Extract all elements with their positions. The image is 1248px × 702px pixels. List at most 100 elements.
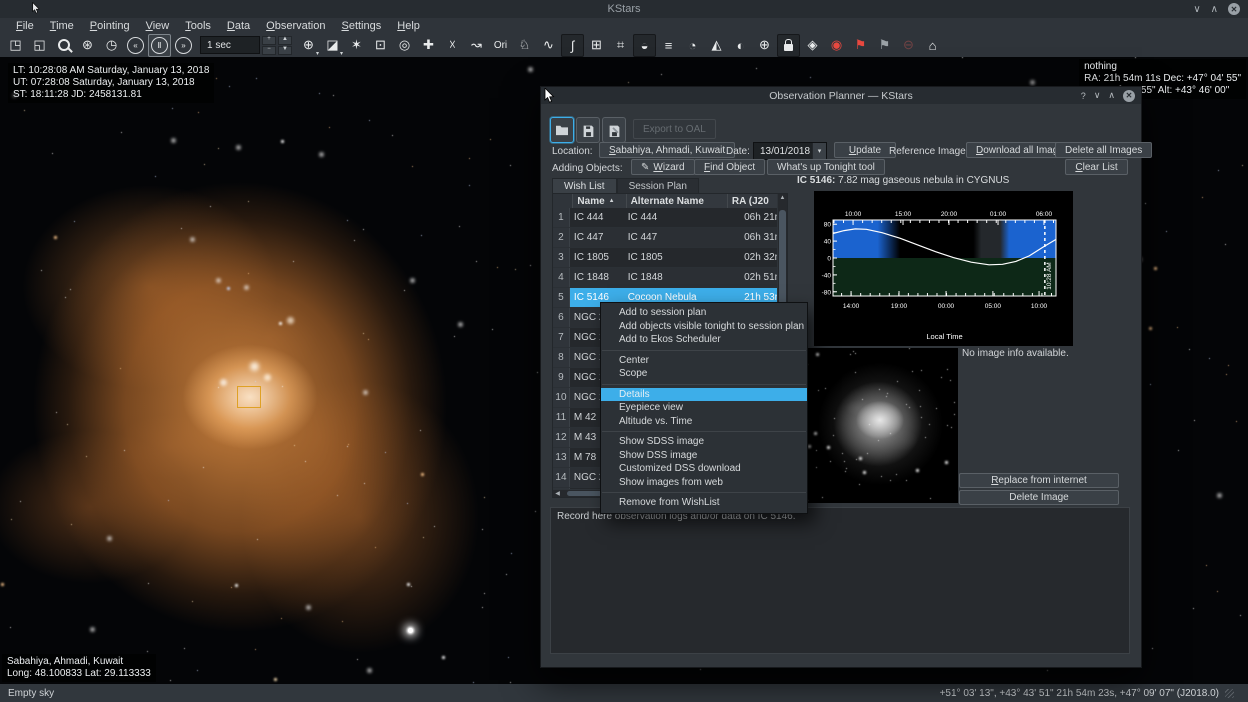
scroll-left-icon[interactable]: ◀ bbox=[553, 490, 562, 497]
show-stars-icon[interactable]: ✶ bbox=[345, 34, 368, 57]
menu-observation[interactable]: Observation bbox=[258, 20, 333, 32]
table-row[interactable]: 1IC 444IC 44406h 21m bbox=[553, 208, 787, 228]
window-titlebar[interactable]: KStars ∨ ∧ ✕ bbox=[0, 0, 1248, 18]
context-menu-item[interactable]: Show SDSS image bbox=[601, 435, 807, 449]
find-object-icon[interactable] bbox=[52, 34, 75, 57]
menu-time[interactable]: Time bbox=[42, 20, 82, 32]
resize-grip[interactable] bbox=[1225, 689, 1234, 698]
sky-calendar-icon[interactable]: ◔ bbox=[681, 34, 704, 57]
telescope-crosshair-icon[interactable]: ⊕ bbox=[753, 34, 776, 57]
light-pollution-icon[interactable]: ◭ bbox=[705, 34, 728, 57]
menu-data[interactable]: Data bbox=[219, 20, 258, 32]
help-icon[interactable]: ? bbox=[1081, 91, 1086, 101]
time-clock-icon[interactable]: ◷ bbox=[100, 34, 123, 57]
maximize-icon[interactable]: ∧ bbox=[1211, 4, 1218, 15]
show-comets-icon[interactable]: ↝ bbox=[465, 34, 488, 57]
constellation-names-icon[interactable]: Ori bbox=[489, 34, 512, 57]
clear-list-button[interactable]: Clear List bbox=[1065, 159, 1128, 175]
minimize-icon[interactable]: ∨ bbox=[1193, 4, 1200, 15]
menu-pointing[interactable]: Pointing bbox=[82, 20, 138, 32]
delete-image-button[interactable]: Delete Image bbox=[959, 490, 1119, 505]
select-region-icon[interactable]: ◱ bbox=[28, 34, 51, 57]
constellation-lines-icon[interactable]: ∿ bbox=[537, 34, 560, 57]
moon-phase-icon[interactable]: ◐ bbox=[729, 34, 752, 57]
cocoon-nebula-image bbox=[0, 87, 540, 684]
whats-interesting-icon[interactable]: ≡ bbox=[657, 34, 680, 57]
dialog-titlebar[interactable]: Observation Planner — KStars ? ∨ ∧ ✕ bbox=[541, 87, 1141, 104]
show-satellites-icon[interactable]: ☓ bbox=[441, 34, 464, 57]
equatorial-grid-icon[interactable]: ⊞ bbox=[585, 34, 608, 57]
eraser-icon[interactable]: ◈ bbox=[801, 34, 824, 57]
horizontal-grid-icon[interactable]: ⌗ bbox=[609, 34, 632, 57]
menu-settings[interactable]: Settings bbox=[333, 20, 389, 32]
record-dot-icon[interactable]: ◉ bbox=[825, 34, 848, 57]
menu-file[interactable]: File bbox=[8, 20, 42, 32]
context-menu-item[interactable]: Add to session plan bbox=[601, 306, 807, 320]
col-alternate-name[interactable]: Alternate Name bbox=[627, 194, 728, 208]
context-menu-item[interactable]: Eyepiece view bbox=[601, 401, 807, 415]
dialog-close-icon[interactable]: ✕ bbox=[1123, 90, 1135, 102]
save-list-button[interactable] bbox=[576, 117, 600, 143]
timestep-spinbox[interactable]: 1 sec+−▲▼ bbox=[200, 36, 292, 55]
time-pause-icon[interactable]: Ⅱ bbox=[148, 34, 171, 57]
red-flag-icon[interactable]: ⚑ bbox=[849, 34, 872, 57]
context-menu-item[interactable]: Altitude vs. Time bbox=[601, 415, 807, 429]
chevron-down-icon[interactable]: ▾ bbox=[812, 143, 826, 159]
gray-flag-icon[interactable]: ⚑ bbox=[873, 34, 896, 57]
close-icon[interactable]: ✕ bbox=[1228, 3, 1240, 15]
menu-view[interactable]: View bbox=[138, 20, 178, 32]
delete-all-images-button[interactable]: Delete all Images bbox=[1055, 142, 1152, 158]
timestep-value[interactable]: 1 sec bbox=[200, 36, 260, 54]
center-crosshair-icon[interactable]: ✚ bbox=[417, 34, 440, 57]
lock-position-icon[interactable] bbox=[777, 34, 800, 57]
time-step-back-icon[interactable]: « bbox=[124, 34, 147, 57]
date-combobox[interactable]: 13/01/2018 ▾ bbox=[753, 142, 827, 160]
milky-way-icon[interactable]: ∫ bbox=[561, 34, 584, 57]
context-menu-item[interactable]: Add to Ekos Scheduler bbox=[601, 333, 807, 347]
show-deepsky-icon[interactable]: ⊡ bbox=[369, 34, 392, 57]
shade-icon[interactable]: ∨ bbox=[1094, 90, 1101, 101]
context-menu-item[interactable]: Details bbox=[601, 388, 807, 402]
constellation-art-icon[interactable]: ♘ bbox=[513, 34, 536, 57]
wizard-button[interactable]: ✎ Wizard bbox=[631, 159, 695, 175]
context-menu-item[interactable]: Center bbox=[601, 354, 807, 368]
zoom-to-region-icon[interactable]: ◳ bbox=[4, 34, 27, 57]
table-row[interactable]: 3IC 1805IC 180502h 32m bbox=[553, 248, 787, 268]
menu-tools[interactable]: Tools bbox=[177, 20, 219, 32]
horizon-ground-icon[interactable]: ◒ bbox=[633, 34, 656, 57]
context-menu-item[interactable]: Add objects visible tonight to session p… bbox=[601, 320, 807, 334]
update-button[interactable]: Update bbox=[834, 142, 896, 158]
observation-notes-field[interactable]: Record here observation logs and/or data… bbox=[550, 507, 1130, 654]
plus-icon[interactable]: + bbox=[262, 36, 276, 45]
find-object-button[interactable]: Find Object bbox=[694, 159, 765, 175]
status-message: Empty sky bbox=[8, 688, 54, 699]
context-menu-item[interactable]: Show images from web bbox=[601, 476, 807, 490]
geo-location-icon[interactable]: ⊛ bbox=[76, 34, 99, 57]
dome-icon[interactable]: ⌂ bbox=[921, 34, 944, 57]
scroll-up-icon[interactable]: ▲ bbox=[778, 194, 787, 203]
floppy-icon bbox=[582, 124, 595, 137]
context-menu-item[interactable]: Scope bbox=[601, 367, 807, 381]
context-menu-item[interactable]: Show DSS image bbox=[601, 449, 807, 463]
minus-icon[interactable]: − bbox=[262, 46, 276, 55]
context-menu-item[interactable]: Customized DSS download bbox=[601, 462, 807, 476]
table-header[interactable]: Name▲Alternate NameRA (J20 bbox=[553, 194, 787, 208]
fov-symbol-icon[interactable]: ◪▾ bbox=[321, 34, 344, 57]
time-info-overlay: LT: 10:28:08 AM Saturday, January 13, 20… bbox=[8, 63, 214, 103]
location-button[interactable]: Sabahiya, Ahmadi, Kuwait bbox=[599, 142, 735, 158]
unshade-icon[interactable]: ∧ bbox=[1108, 90, 1115, 101]
pointing-target-icon[interactable]: ⊕▾ bbox=[297, 34, 320, 57]
col-name[interactable]: Name▲ bbox=[573, 194, 626, 208]
context-menu-item[interactable]: Remove from WishList bbox=[601, 496, 807, 510]
show-solar-system-icon[interactable]: ◎ bbox=[393, 34, 416, 57]
down-arrow-icon[interactable]: ▼ bbox=[278, 46, 292, 55]
save-list-as-button[interactable] bbox=[602, 117, 626, 143]
replace-from-internet-button[interactable]: Replace from internet bbox=[959, 473, 1119, 488]
whats-up-tonight-button[interactable]: What's up Tonight tool bbox=[767, 159, 885, 175]
time-step-forward-icon[interactable]: » bbox=[172, 34, 195, 57]
menu-help[interactable]: Help bbox=[389, 20, 428, 32]
table-row[interactable]: 2IC 447IC 44706h 31m bbox=[553, 228, 787, 248]
up-arrow-icon[interactable]: ▲ bbox=[278, 36, 292, 45]
open-list-button[interactable] bbox=[550, 117, 574, 143]
table-row[interactable]: 4IC 1848IC 184802h 51m bbox=[553, 268, 787, 288]
